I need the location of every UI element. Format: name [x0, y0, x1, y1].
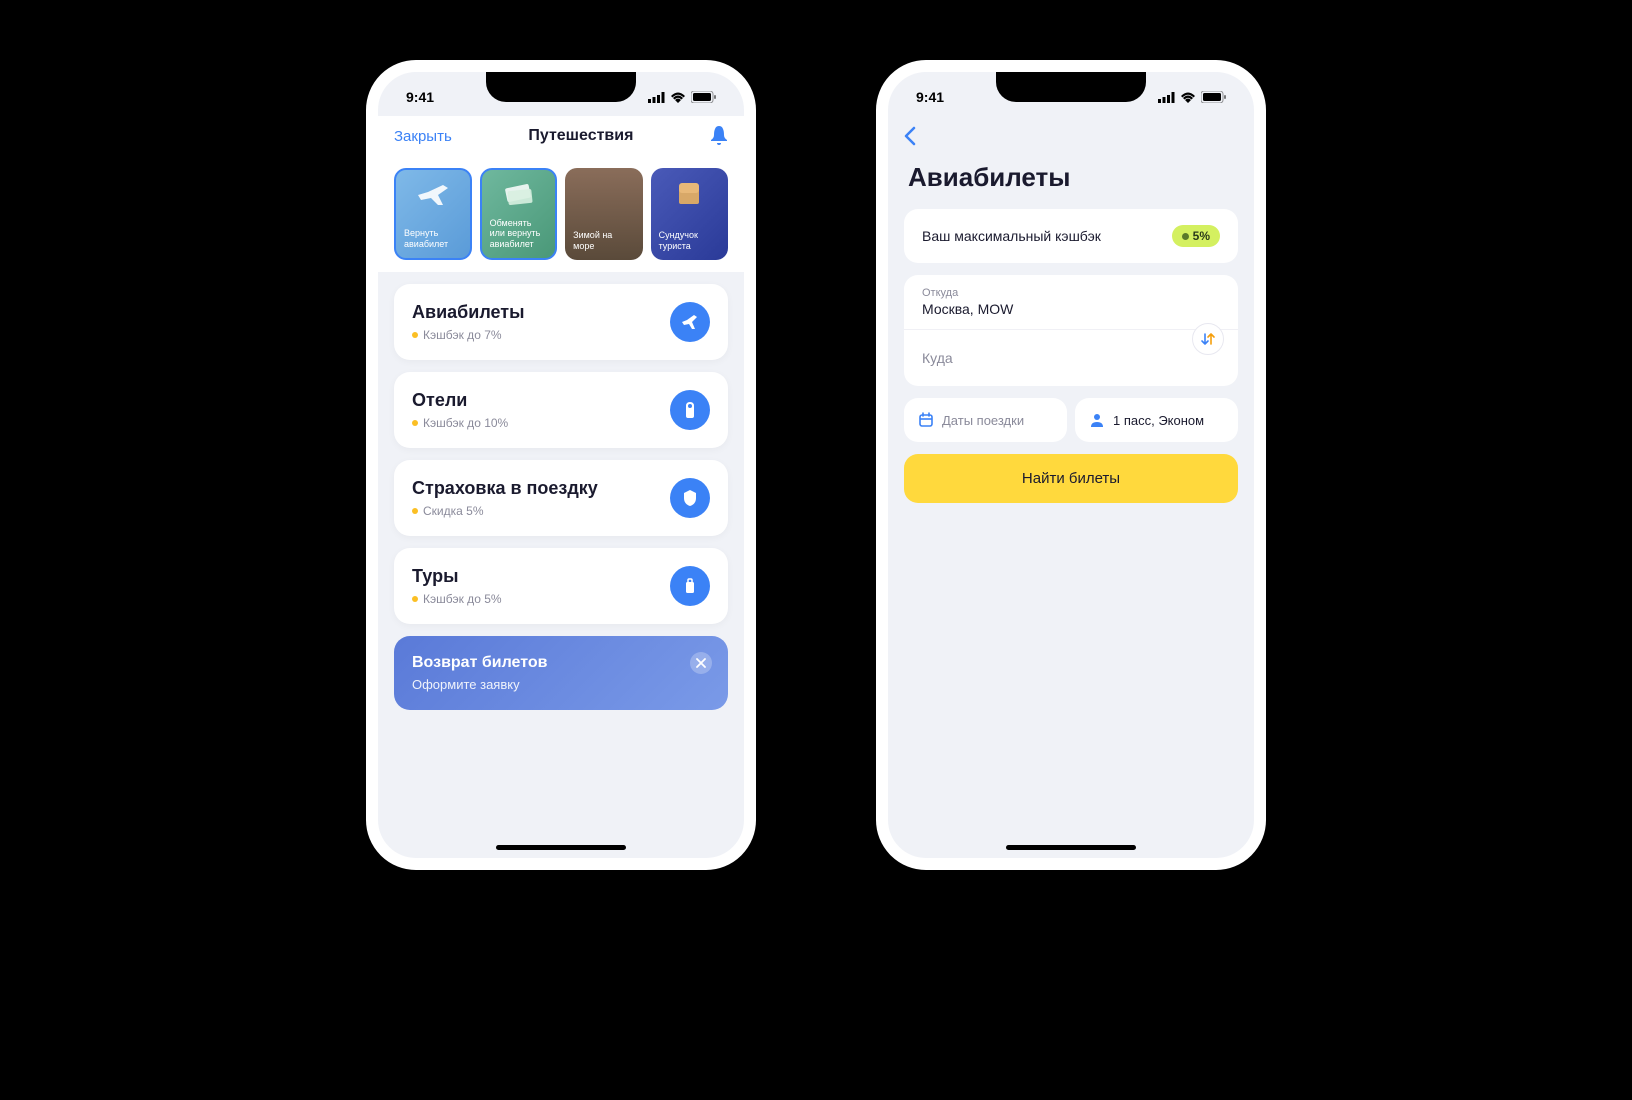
card-subtitle: Скидка 5%: [412, 504, 598, 518]
luggage-icon: [670, 566, 710, 606]
card-tours[interactable]: Туры Кэшбэк до 5%: [394, 548, 728, 624]
stories-row: Вернуть авиабилет Обменять или вернуть а…: [378, 156, 744, 272]
wifi-icon: [670, 92, 686, 103]
battery-icon: [691, 91, 716, 103]
status-icons: [648, 91, 716, 103]
plane-icon: [413, 180, 453, 210]
swap-button[interactable]: [1192, 323, 1224, 355]
shield-icon: [670, 478, 710, 518]
status-time: 9:41: [406, 89, 434, 105]
home-indicator[interactable]: [496, 845, 626, 850]
status-time: 9:41: [916, 89, 944, 105]
card-flights[interactable]: Авиабилеты Кэшбэк до 7%: [394, 284, 728, 360]
nav-bar: Закрыть Путешествия: [378, 116, 744, 156]
signal-icon: [1158, 92, 1175, 103]
page-title: Авиабилеты: [888, 156, 1254, 209]
battery-icon: [1201, 91, 1226, 103]
card-insurance[interactable]: Страховка в поездку Скидка 5%: [394, 460, 728, 536]
door-hanger-icon: [670, 390, 710, 430]
signal-icon: [648, 92, 665, 103]
return-tickets-banner[interactable]: Возврат билетов Оформите заявку: [394, 636, 728, 710]
swap-icon: [1200, 331, 1216, 347]
bell-icon: [710, 126, 728, 146]
story-label: Сундучок туриста: [659, 230, 720, 252]
card-hotels[interactable]: Отели Кэшбэк до 10%: [394, 372, 728, 448]
story-tourist-chest[interactable]: Сундучок туриста: [651, 168, 728, 260]
story-label: Зимой на море: [573, 230, 634, 252]
from-value: Москва, MOW: [922, 301, 1220, 317]
story-return-ticket[interactable]: Вернуть авиабилет: [394, 168, 472, 260]
card-title: Авиабилеты: [412, 302, 524, 323]
close-icon: [696, 658, 706, 668]
search-form: Откуда Москва, MOW Куда: [904, 275, 1238, 386]
notifications-button[interactable]: [710, 126, 728, 146]
cashback-label: Ваш максимальный кэшбэк: [922, 228, 1101, 244]
story-label: Вернуть авиабилет: [404, 228, 462, 250]
notch: [996, 72, 1146, 102]
banner-subtitle: Оформите заявку: [412, 677, 710, 692]
tickets-icon: [498, 180, 538, 210]
story-winter-sea[interactable]: Зимой на море: [565, 168, 642, 260]
notch: [486, 72, 636, 102]
calendar-icon: [918, 412, 934, 428]
search-button[interactable]: Найти билеты: [904, 454, 1238, 503]
wifi-icon: [1180, 92, 1196, 103]
to-field[interactable]: Куда: [904, 330, 1238, 386]
chevron-left-icon: [904, 126, 916, 146]
card-title: Страховка в поездку: [412, 478, 598, 499]
card-subtitle: Кэшбэк до 7%: [412, 328, 524, 342]
back-button[interactable]: [888, 116, 1254, 156]
cards-list: Авиабилеты Кэшбэк до 7% Отели Кэшбэк до …: [378, 272, 744, 722]
page-title: Путешествия: [528, 127, 633, 145]
banner-close-button[interactable]: [690, 652, 712, 674]
card-subtitle: Кэшбэк до 10%: [412, 416, 508, 430]
close-button[interactable]: Закрыть: [394, 128, 452, 145]
story-exchange-ticket[interactable]: Обменять или вернуть авиабилет: [480, 168, 558, 260]
cashback-info[interactable]: Ваш максимальный кэшбэк 5%: [904, 209, 1238, 263]
from-label: Откуда: [922, 287, 1220, 299]
home-indicator[interactable]: [1006, 845, 1136, 850]
plane-icon: [670, 302, 710, 342]
phone-frame-left: 9:41 Закрыть Путешествия Вернуть авиабил…: [366, 60, 756, 870]
banner-title: Возврат билетов: [412, 654, 710, 672]
passengers-value: 1 пасс, Эконом: [1113, 413, 1204, 428]
chest-icon: [669, 178, 709, 208]
user-icon: [1089, 412, 1105, 428]
passengers-field[interactable]: 1 пасс, Эконом: [1075, 398, 1238, 442]
dates-field[interactable]: Даты поездки: [904, 398, 1067, 442]
card-title: Отели: [412, 390, 508, 411]
card-subtitle: Кэшбэк до 5%: [412, 592, 502, 606]
to-placeholder: Куда: [922, 342, 1220, 374]
dates-placeholder: Даты поездки: [942, 413, 1024, 428]
status-icons: [1158, 91, 1226, 103]
card-title: Туры: [412, 566, 502, 587]
cashback-badge: 5%: [1172, 225, 1220, 247]
story-label: Обменять или вернуть авиабилет: [490, 218, 548, 250]
from-field[interactable]: Откуда Москва, MOW: [904, 275, 1238, 330]
phone-frame-right: 9:41 Авиабилеты Ваш максимальный кэшбэк …: [876, 60, 1266, 870]
